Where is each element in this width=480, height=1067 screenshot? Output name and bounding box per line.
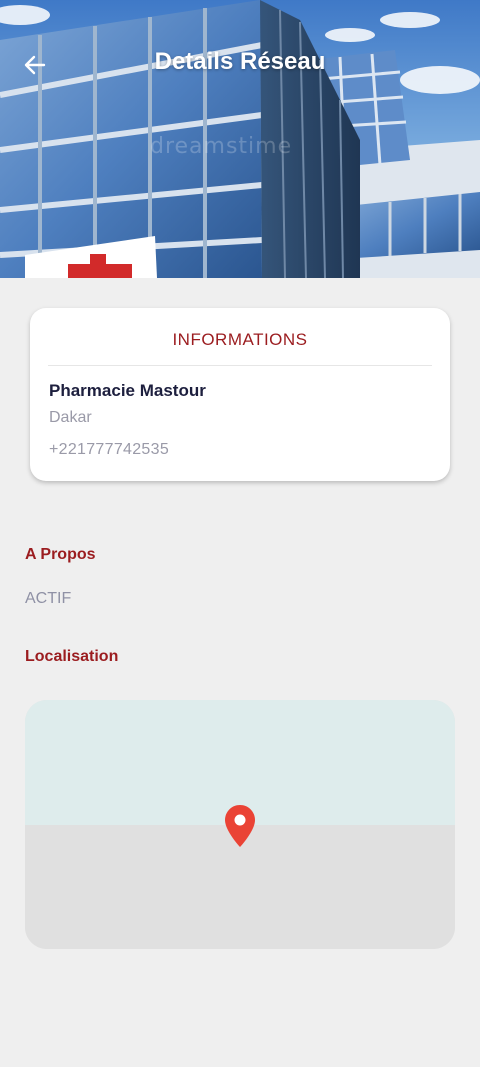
pharmacy-city: Dakar xyxy=(49,409,92,426)
header-banner: dreamstime Details Réseau xyxy=(0,0,480,278)
watermark-text: dreamstime xyxy=(150,134,293,159)
location-section-title: Localisation xyxy=(25,648,119,665)
map-pin-icon[interactable] xyxy=(224,804,256,848)
info-card-heading: INFORMATIONS xyxy=(172,330,308,349)
pharmacy-phone[interactable]: +221777742535 xyxy=(49,441,169,459)
location-map[interactable] xyxy=(25,700,455,949)
info-card: INFORMATIONS Pharmacie Mastour Dakar +22… xyxy=(30,308,450,481)
about-section-title: A Propos xyxy=(25,546,96,563)
pharmacy-name: Pharmacie Mastour xyxy=(49,381,206,400)
page-title: Details Réseau xyxy=(154,48,326,75)
card-divider xyxy=(48,365,432,366)
status-value: ACTIF xyxy=(25,590,72,607)
